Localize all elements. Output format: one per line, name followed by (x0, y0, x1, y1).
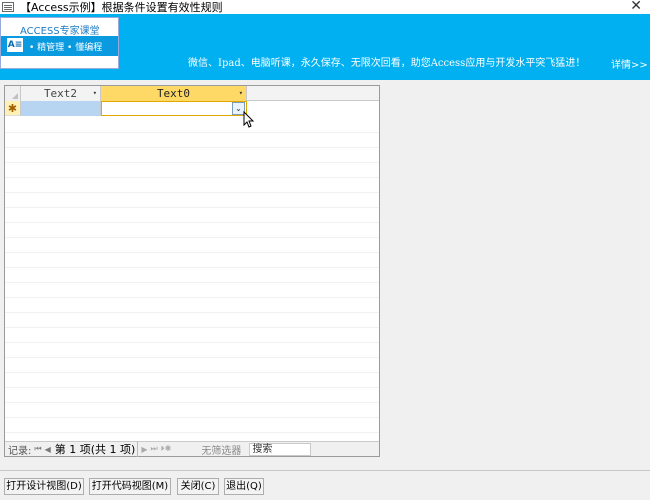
logo: ACCESS专家课堂 A≡ • 精管理 • 懂编程 (0, 17, 119, 69)
row-gridline (5, 267, 379, 268)
datasheet: Text2 ▾ Text0 ▾ ✱ ⌄ 记录: ⏮ ◀ 第 1 项(共 1 项)… (4, 85, 380, 457)
row-gridline (5, 252, 379, 253)
row-gridline (5, 327, 379, 328)
row-gridline (5, 387, 379, 388)
close-button[interactable]: 关闭(C) (177, 478, 219, 495)
exit-button[interactable]: 退出(Q) (224, 478, 264, 495)
datasheet-body (5, 117, 379, 441)
row-gridline (5, 417, 379, 418)
row-gridline (5, 372, 379, 373)
dropdown-arrow-icon[interactable]: ▾ (93, 86, 97, 101)
column-header-label: Text2 (43, 87, 78, 100)
new-record-selector[interactable]: ✱ (5, 101, 21, 116)
datasheet-header: Text2 ▾ Text0 ▾ (5, 86, 379, 101)
close-icon[interactable]: ✕ (630, 0, 642, 14)
row-gridline (5, 192, 379, 193)
row-gridline (5, 297, 379, 298)
select-all-corner[interactable] (5, 86, 21, 101)
record-position[interactable]: 第 1 项(共 1 项) (55, 441, 139, 457)
window-title: 【Access示例】根据条件设置有效性规则 (20, 1, 223, 14)
column-header-text0[interactable]: Text0 ▾ (101, 86, 247, 101)
record-label: 记录: (8, 445, 32, 457)
search-input[interactable]: 搜索 (249, 442, 312, 456)
combo-cell-text0[interactable]: ⌄ (101, 101, 247, 116)
row-gridline (5, 357, 379, 358)
previous-record-icon[interactable]: ◀ (45, 445, 51, 454)
new-record-icon[interactable]: ⏵✱ (161, 444, 172, 454)
row-gridline (5, 147, 379, 148)
logo-title: ACCESS专家课堂 (20, 26, 100, 37)
row-gridline (5, 237, 379, 238)
filter-status[interactable]: 无筛选器 (201, 442, 241, 457)
first-record-icon[interactable]: ⏮ (34, 444, 41, 454)
open-code-view-button[interactable]: 打开代码视图(M) (89, 478, 171, 495)
separator (0, 470, 650, 471)
title-bar: 【Access示例】根据条件设置有效性规则 ✕ (0, 0, 650, 14)
column-header-label: Text0 (156, 87, 191, 100)
row-gridline (5, 177, 379, 178)
column-header-text2[interactable]: Text2 ▾ (21, 86, 101, 101)
row-gridline (5, 402, 379, 403)
row-gridline (5, 132, 379, 133)
column-header-empty (247, 86, 379, 101)
access-logo-icon: A≡ (7, 38, 23, 52)
row-gridline (5, 342, 379, 343)
banner-slogan: 微信、Ipad、电脑听课，永久保存、无限次回看，助您Access应用与开发水平突… (188, 58, 586, 69)
cell-text2[interactable] (21, 101, 101, 116)
logo-tags: • 精管理 • 懂编程 (29, 43, 103, 53)
row-gridline (5, 222, 379, 223)
row-gridline (5, 282, 379, 283)
row-gridline (5, 312, 379, 313)
promo-banner[interactable]: ACCESS专家课堂 A≡ • 精管理 • 懂编程 微信、Ipad、电脑听课，永… (0, 14, 650, 80)
next-record-icon[interactable]: ▶ (141, 445, 147, 454)
record-navigation-bar: 记录: ⏮ ◀ 第 1 项(共 1 项) ▶ ⏭ ⏵✱ 无筛选器 搜索 (5, 441, 379, 457)
dropdown-arrow-icon[interactable]: ▾ (239, 86, 243, 101)
details-link[interactable]: 详情>> (611, 56, 648, 71)
last-record-icon[interactable]: ⏭ (150, 444, 157, 454)
window-icon (2, 2, 14, 12)
row-gridline (5, 432, 379, 433)
open-design-view-button[interactable]: 打开设计视图(D) (4, 478, 84, 495)
logo-bar: A≡ • 精管理 • 懂编程 (1, 36, 118, 56)
row-gridline (5, 207, 379, 208)
row-gridline (5, 162, 379, 163)
